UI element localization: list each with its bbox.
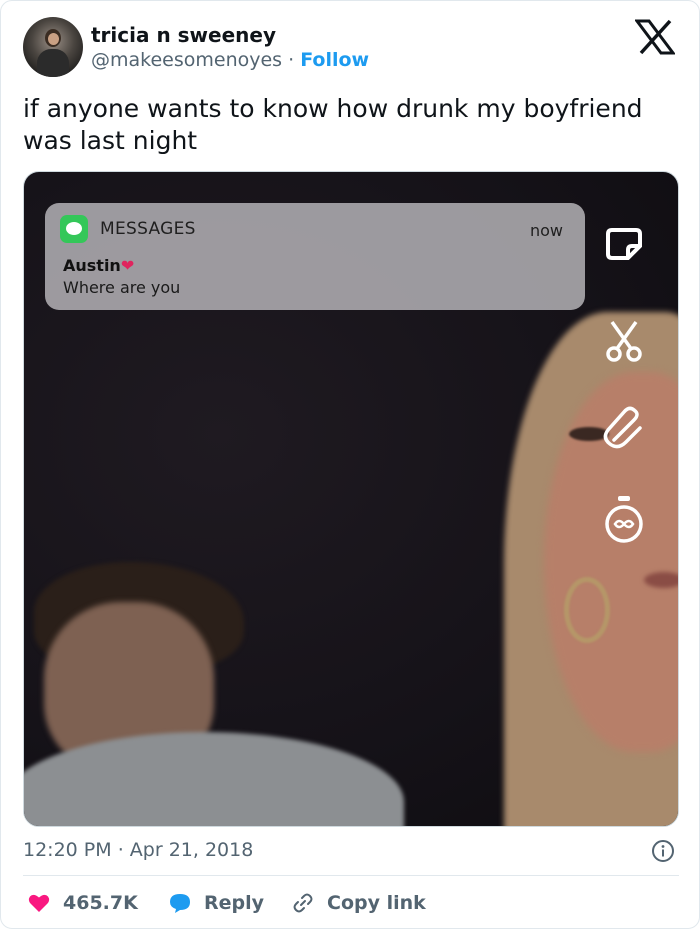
speech-bubble-icon <box>170 894 190 913</box>
author-name[interactable]: tricia n sweeney <box>91 23 276 47</box>
like-button[interactable]: 465.7K <box>27 889 138 917</box>
avatar[interactable] <box>23 17 83 77</box>
timestamp-separator: · <box>117 839 124 861</box>
like-count: 465.7K <box>63 892 138 914</box>
copy-link-button[interactable]: Copy link <box>291 889 426 917</box>
follow-button[interactable]: Follow <box>300 49 369 71</box>
sticker-icon <box>596 216 652 272</box>
divider <box>23 875 679 876</box>
copy-link-label: Copy link <box>327 892 426 914</box>
sender-name: Austin <box>63 256 121 275</box>
tweet-date: Apr 21, 2018 <box>129 839 254 861</box>
paperclip-icon <box>596 400 652 456</box>
reply-button[interactable]: Reply <box>168 889 264 917</box>
notification-time: now <box>529 221 563 240</box>
notification-body: Where are you <box>63 278 181 297</box>
heart-icon <box>28 894 50 912</box>
tweet-time: 12:20 PM <box>23 839 112 861</box>
reply-label: Reply <box>204 892 265 914</box>
messages-app-icon <box>60 215 88 243</box>
tweet-text: if anyone wants to know how drunk my boy… <box>23 94 643 155</box>
link-icon <box>293 893 313 913</box>
handle-separator: · <box>288 49 295 71</box>
message-notification: MESSAGES now Austin❤ Where are you <box>45 203 585 310</box>
x-logo-icon[interactable] <box>634 19 676 55</box>
author-handle[interactable]: @makeesomenoyes <box>91 49 282 71</box>
tweet-card: tricia n sweeney @makeesomenoyes · Follo… <box>0 0 700 929</box>
tweet-photo[interactable]: MESSAGES now Austin❤ Where are you <box>23 171 679 827</box>
notification-sender: Austin❤ <box>63 256 134 275</box>
notification-app-name: MESSAGES <box>100 219 196 239</box>
scissors-icon <box>596 312 652 368</box>
author-handle-row: @makeesomenoyes · Follow <box>91 49 369 71</box>
heart-emoji-icon: ❤ <box>120 256 135 275</box>
timer-icon <box>596 492 652 548</box>
info-icon[interactable] <box>651 839 675 863</box>
tweet-timestamp[interactable]: 12:20 PM · Apr 21, 2018 <box>23 839 253 861</box>
